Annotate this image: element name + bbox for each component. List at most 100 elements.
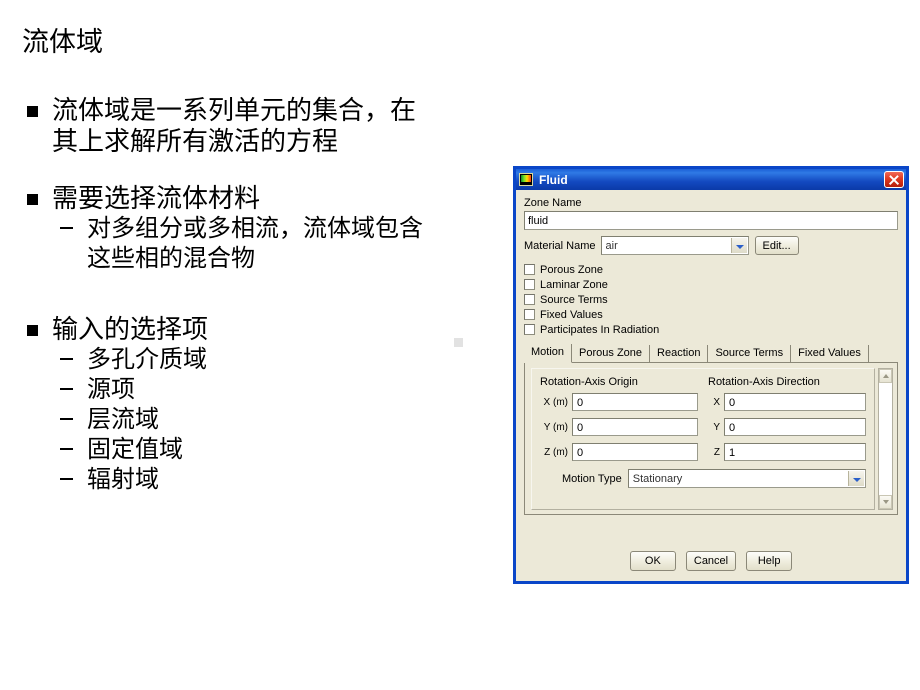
- checkbox-icon: [524, 264, 535, 275]
- checkbox-label: Laminar Zone: [540, 278, 608, 291]
- rotation-axis-origin-title: Rotation-Axis Origin: [540, 376, 638, 388]
- zone-name-input[interactable]: fluid: [524, 211, 898, 230]
- dialog-title: Fluid: [539, 172, 568, 187]
- material-name-label: Material Name: [524, 239, 596, 252]
- scroll-up-icon[interactable]: [879, 369, 892, 383]
- sub-bullet-item: 辐射域: [22, 465, 502, 495]
- direction-y-label: Y: [713, 421, 720, 433]
- bullet-line: 这些相的混合物: [87, 246, 255, 272]
- dialog-button-row: OK Cancel Help: [516, 551, 906, 571]
- origin-x-label: X (m): [543, 396, 568, 408]
- bullet-item: 需要选择流体材料: [22, 183, 502, 214]
- checkbox-label: Source Terms: [540, 293, 608, 306]
- sub-bullet-item: 多孔介质域: [22, 345, 502, 375]
- bullet-line: 辐射域: [87, 467, 159, 493]
- origin-y-label: Y (m): [543, 421, 568, 433]
- origin-x-input[interactable]: 0: [572, 393, 698, 411]
- checkbox-laminar-zone[interactable]: Laminar Zone: [524, 277, 898, 292]
- page-title: 流体域: [22, 27, 103, 57]
- fluid-dialog: Fluid Zone Name fluid Material Name air …: [513, 166, 909, 584]
- sub-bullet-item: 层流域: [22, 405, 502, 435]
- bullet-line: 输入的选择项: [52, 315, 209, 344]
- dash-bullet-icon: [60, 388, 73, 390]
- bullet-line: 需要选择流体材料: [52, 184, 261, 213]
- dialog-tab-bar: Motion Porous Zone Reaction Source Terms…: [524, 344, 898, 363]
- motion-type-label: Motion Type: [562, 472, 622, 485]
- dash-bullet-icon: [60, 358, 73, 360]
- ok-button[interactable]: OK: [629, 551, 676, 571]
- bullet-line: 其上求解所有激活的方程: [52, 127, 339, 156]
- direction-z-field: Z 1: [708, 443, 866, 461]
- checkbox-icon: [524, 309, 535, 320]
- square-bullet-icon: [27, 106, 38, 117]
- motion-panel-scrollbar[interactable]: [878, 368, 893, 510]
- checkbox-label: Participates In Radiation: [540, 323, 660, 336]
- checkbox-icon: [524, 294, 535, 305]
- direction-y-field: Y 0: [708, 418, 866, 436]
- origin-x-field: X (m) 0: [540, 393, 698, 411]
- bullet-item: 流体域是一系列单元的集合，在 其上求解所有激活的方程: [22, 95, 502, 157]
- tab-reaction[interactable]: Reaction: [650, 345, 709, 362]
- cancel-button[interactable]: Cancel: [685, 551, 737, 571]
- slide-bullet-list: 流体域是一系列单元的集合，在 其上求解所有激活的方程 需要选择流体材料 对多组分…: [22, 95, 502, 495]
- direction-x-label: X: [713, 396, 720, 408]
- origin-z-input[interactable]: 0: [572, 443, 698, 461]
- rotation-axis-origin-group: Rotation-Axis Origin X (m) 0 Y (m) 0 Z (…: [540, 376, 698, 468]
- motion-tab-panel: Rotation-Axis Origin X (m) 0 Y (m) 0 Z (…: [524, 363, 898, 515]
- dialog-titlebar[interactable]: Fluid: [516, 169, 906, 190]
- rotation-axis-direction-title: Rotation-Axis Direction: [708, 376, 820, 388]
- direction-z-label: Z: [713, 446, 720, 458]
- zone-options-checkbox-list: Porous Zone Laminar Zone Source Terms Fi…: [524, 262, 898, 337]
- scroll-down-icon[interactable]: [879, 495, 892, 509]
- checkbox-participates-in-radiation[interactable]: Participates In Radiation: [524, 322, 898, 337]
- direction-x-input[interactable]: 0: [724, 393, 866, 411]
- bullet-line: 流体域是一系列单元的集合，在: [52, 96, 417, 125]
- direction-y-input[interactable]: 0: [724, 418, 866, 436]
- square-bullet-icon: [27, 325, 38, 336]
- motion-type-value: Stationary: [632, 473, 683, 485]
- origin-z-field: Z (m) 0: [540, 443, 698, 461]
- material-name-dropdown[interactable]: air: [600, 236, 749, 255]
- help-button[interactable]: Help: [746, 551, 793, 571]
- material-name-row: Material Name air Edit...: [524, 236, 898, 255]
- checkbox-source-terms[interactable]: Source Terms: [524, 292, 898, 307]
- tab-porous-zone[interactable]: Porous Zone: [572, 345, 651, 362]
- dash-bullet-icon: [60, 418, 73, 420]
- motion-type-row: Motion Type Stationary: [540, 469, 866, 488]
- dash-bullet-icon: [60, 478, 73, 480]
- direction-z-input[interactable]: 1: [724, 443, 866, 461]
- bullet-line: 源项: [87, 377, 135, 403]
- checkbox-label: Porous Zone: [540, 263, 603, 276]
- bullet-line: 多孔介质域: [87, 347, 207, 373]
- checkbox-icon: [524, 324, 535, 335]
- tab-motion[interactable]: Motion: [524, 344, 573, 363]
- sub-bullet-item: 对多组分或多相流，流体域包含 这些相的混合物: [22, 214, 502, 274]
- chevron-down-icon: [730, 238, 747, 253]
- checkbox-label: Fixed Values: [540, 308, 603, 321]
- square-bullet-icon: [27, 194, 38, 205]
- motion-panel-content: Rotation-Axis Origin X (m) 0 Y (m) 0 Z (…: [531, 368, 875, 510]
- fluent-contour-icon: [519, 173, 533, 186]
- tab-fixed-values[interactable]: Fixed Values: [791, 345, 869, 362]
- direction-x-field: X 0: [708, 393, 866, 411]
- motion-type-dropdown[interactable]: Stationary: [627, 469, 866, 488]
- bullet-line: 固定值域: [87, 437, 183, 463]
- origin-y-input[interactable]: 0: [572, 418, 698, 436]
- origin-y-field: Y (m) 0: [540, 418, 698, 436]
- rotation-axis-direction-group: Rotation-Axis Direction X 0 Y 0 Z 1: [708, 376, 866, 468]
- checkbox-porous-zone[interactable]: Porous Zone: [524, 262, 898, 277]
- bullet-line: 层流域: [87, 407, 159, 433]
- dash-bullet-icon: [60, 448, 73, 450]
- material-name-value: air: [605, 240, 618, 252]
- bullet-line: 对多组分或多相流，流体域包含: [87, 216, 423, 242]
- sub-bullet-item: 固定值域: [22, 435, 502, 465]
- chevron-down-icon: [848, 471, 864, 486]
- tab-source-terms[interactable]: Source Terms: [708, 345, 792, 362]
- edit-material-button[interactable]: Edit...: [754, 236, 799, 255]
- dialog-body: Zone Name fluid Material Name air Edit..…: [516, 190, 906, 581]
- close-icon[interactable]: [884, 171, 904, 188]
- sub-bullet-item: 源项: [22, 375, 502, 405]
- checkbox-fixed-values[interactable]: Fixed Values: [524, 307, 898, 322]
- bullet-item: 输入的选择项: [22, 314, 502, 345]
- faint-placeholder-bullet-icon: [454, 338, 463, 347]
